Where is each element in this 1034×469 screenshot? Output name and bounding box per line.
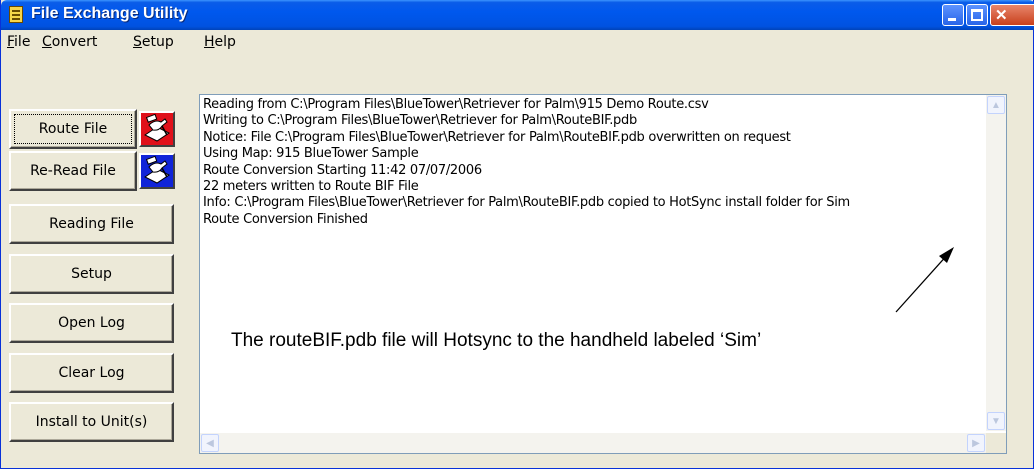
annotation-text: The routeBIF.pdb file will Hotsync to th… — [231, 330, 762, 351]
annotation-arrow — [895, 247, 954, 313]
app-window: File Exchange Utility File Convert Setup… — [0, 0, 1034, 469]
